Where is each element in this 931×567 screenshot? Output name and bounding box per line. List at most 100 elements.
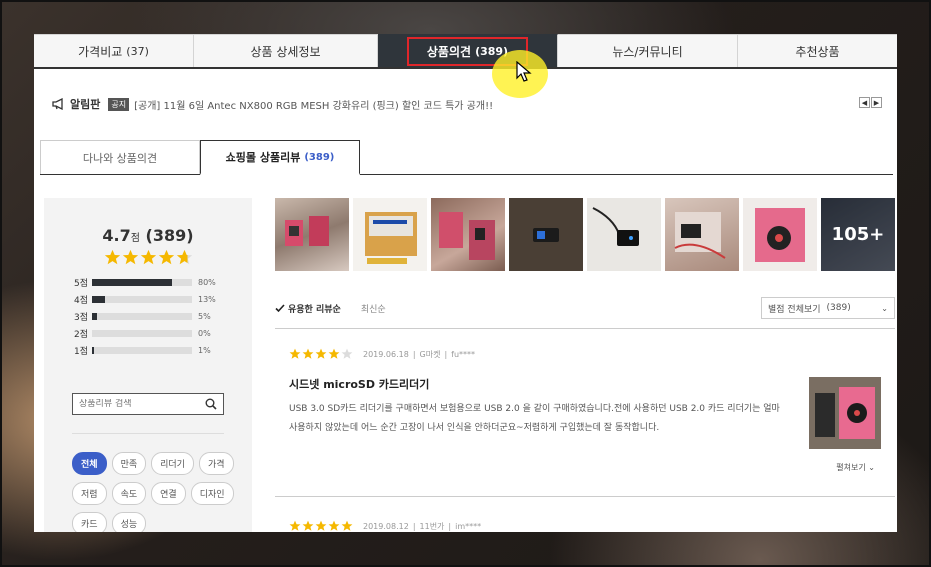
rating-distribution-row: 1점 1% (74, 342, 252, 359)
rating-distribution-row: 5점 80% (74, 274, 252, 291)
rating-bar (92, 279, 192, 286)
prev-arrow-icon[interactable]: ◀ (859, 97, 870, 108)
search-icon[interactable] (205, 398, 217, 410)
keyword-chip[interactable]: 성능 (111, 512, 147, 532)
subtab-danawa-opinion[interactable]: 다나와 상품의견 (40, 140, 200, 174)
tab-count: (37) (126, 44, 149, 58)
divider (72, 433, 224, 434)
rating-bar-fill (92, 347, 94, 354)
review-subtabs: 다나와 상품의견 쇼핑몰 상품리뷰 (389) (40, 140, 893, 175)
review-photo[interactable] (665, 198, 739, 271)
rating-summary-panel: 4.7점 (389) 5점 80% 4점 13% 3점 5% 2점 0% 1점 1% 전체만족리더… (44, 198, 252, 532)
keyword-chip[interactable]: 저렴 (72, 482, 107, 505)
keyword-chip[interactable]: 전체 (72, 452, 107, 475)
review-photo[interactable] (587, 198, 661, 271)
review-body: USB 3.0 SD카드 리더기를 구매하면서 보험용으로 USB 2.0 을 … (289, 404, 780, 433)
product-tabbar: 가격비교 (37) 상품 상세정보 상품의견 (389) 뉴스/커뮤니티 추천상… (34, 34, 897, 69)
tab-label: 상품 상세정보 (250, 44, 321, 59)
review-photo[interactable] (509, 198, 583, 271)
checkmark-icon (275, 303, 285, 312)
rating-bar (92, 296, 192, 303)
review-image[interactable] (809, 377, 881, 449)
keyword-chip[interactable]: 가격 (198, 452, 234, 475)
subtab-label: 다나와 상품의견 (82, 151, 158, 165)
star-icon (302, 520, 314, 531)
expand-label: 펼쳐보기 (836, 463, 866, 472)
star-icon (302, 348, 314, 359)
keyword-chip[interactable]: 리더기 (151, 452, 194, 475)
review-photo-strip: 105+ (275, 198, 895, 271)
rating-unit: 점 (130, 233, 140, 244)
more-photos-count: 105+ (821, 198, 895, 271)
star-icon (158, 249, 174, 265)
rating-percent: 80% (198, 278, 216, 287)
keyword-chip[interactable]: 연결 (151, 482, 186, 505)
sort-latest[interactable]: 최신순 (361, 302, 386, 315)
tab-recommended[interactable]: 추천상품 (738, 34, 897, 67)
review-title: 시드넷 microSD 카드리더기 (289, 378, 430, 391)
rating-bar-fill (92, 279, 172, 286)
review-date: 2019.08.12 (363, 521, 409, 531)
rating-bar (92, 313, 192, 320)
review-stars (289, 348, 353, 360)
star-icon (176, 249, 192, 265)
megaphone-icon (52, 98, 63, 110)
rating-bar-fill (92, 296, 105, 303)
rating-percent: 5% (198, 312, 211, 321)
rating-stars (44, 249, 252, 266)
tab-price-compare[interactable]: 가격비교 (37) (34, 34, 194, 67)
review-photo-more[interactable]: 105+ (821, 198, 895, 271)
sort-helpful[interactable]: 유용한 리뷰순 (275, 302, 341, 315)
review-stars (289, 520, 353, 532)
rating-level: 5점 (74, 279, 89, 289)
review-meta: 2019.06.18 | G마켓 | fu**** (289, 348, 889, 360)
rating-score: 4.7 (102, 226, 131, 245)
keyword-chip[interactable]: 카드 (72, 512, 107, 532)
review-search (72, 393, 224, 415)
keyword-chips: 전체 만족 리더기 가격저렴 속도 연결 디자인카드 성능 (72, 452, 242, 532)
review-photo[interactable] (353, 198, 427, 271)
rating-percent: 0% (198, 329, 211, 338)
star-icon (341, 520, 353, 531)
tab-product-detail[interactable]: 상품 상세정보 (194, 34, 378, 67)
rating-bar (92, 347, 192, 354)
notice-badge: 공지 (108, 97, 130, 111)
filter-count: (389) (826, 303, 851, 313)
review-date: 2019.06.18 (363, 349, 409, 359)
rating-level: 1점 (74, 347, 89, 357)
rating-count: (389) (145, 226, 194, 245)
review-photo[interactable] (431, 198, 505, 271)
review-search-input[interactable] (79, 399, 199, 409)
star-icon (140, 249, 156, 265)
next-arrow-icon[interactable]: ▶ (871, 97, 882, 108)
tab-label: 상품의견 (426, 44, 472, 59)
star-icon (315, 348, 327, 359)
rating-distribution-row: 3점 5% (74, 308, 252, 325)
star-icon (289, 520, 301, 531)
chevron-down-icon: ⌄ (881, 303, 888, 313)
notice-arrows: ◀ ▶ (859, 97, 882, 108)
notice-title: 알림판 (70, 98, 101, 111)
star-icon (104, 249, 120, 265)
divider (275, 328, 895, 329)
keyword-chip[interactable]: 만족 (111, 452, 147, 475)
rating-distribution: 5점 80% 4점 13% 3점 5% 2점 0% 1점 1% (44, 274, 252, 359)
review-page: 가격비교 (37) 상품 상세정보 상품의견 (389) 뉴스/커뮤니티 추천상… (34, 34, 897, 532)
subtab-shopping-review[interactable]: 쇼핑몰 상품리뷰 (389) (200, 140, 360, 175)
review-photo[interactable] (743, 198, 817, 271)
expand-button[interactable]: 펼쳐보기 ⌄ (836, 462, 875, 473)
review-item: 2019.06.18 | G마켓 | fu**** 시드넷 microSD 카드… (289, 348, 889, 472)
keyword-chip[interactable]: 디자인 (190, 482, 234, 505)
subtab-count: (389) (304, 151, 335, 163)
mouse-pointer-icon (516, 61, 532, 82)
tab-news-community[interactable]: 뉴스/커뮤니티 (558, 34, 738, 67)
notice-text[interactable]: [공개] 11월 6일 Antec NX800 RGB MESH 강화유리 (핑… (134, 97, 493, 112)
rating-distribution-row: 4점 13% (74, 291, 252, 308)
star-icon (341, 348, 353, 359)
notice-bar: 알림판 공지 [공개] 11월 6일 Antec NX800 RGB MESH … (52, 94, 890, 114)
keyword-chip[interactable]: 속도 (111, 482, 147, 505)
rating-filter-select[interactable]: 별점 전체보기 (389) ⌄ (761, 297, 895, 319)
review-photo[interactable] (275, 198, 349, 271)
review-user: im**** (455, 521, 482, 531)
sort-helpful-label: 유용한 리뷰순 (288, 304, 341, 315)
